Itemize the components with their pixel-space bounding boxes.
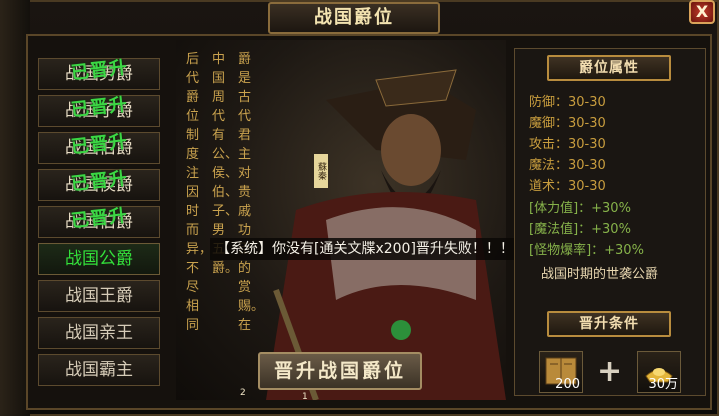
promoted-stamp: 已晋升 xyxy=(70,205,129,232)
attributes-panel: 爵位属性 防御：30-30 魔御：30-30 攻击：30-30 魔法：30-30… xyxy=(514,48,706,396)
attribute-attack: 攻击：30-30 xyxy=(529,137,606,152)
page-number-left: 2 xyxy=(240,388,246,398)
upgrade-rank-button[interactable]: 晋升战国爵位 xyxy=(258,352,422,390)
rank-item-4[interactable]: 战国侯爵 已晋升 xyxy=(38,168,160,201)
name-seal: 蘇秦 xyxy=(314,154,328,188)
requirement-quantity: 200 xyxy=(555,377,580,392)
emperor-portrait: 爵是古代君主对贵戚功臣的赏赐。在 中国周代有公、侯、伯、子、男五爵。 后代爵位制… xyxy=(176,40,506,400)
rank-item-8[interactable]: 战国亲王 xyxy=(38,317,160,349)
conditions-title: 晋升条件 xyxy=(547,311,671,337)
attribute-magic-defense: 魔御：30-30 xyxy=(529,116,606,131)
rank-item-9[interactable]: 战国霸主 xyxy=(38,354,160,386)
rank-item-3[interactable]: 战国伯爵 已晋升 xyxy=(38,131,160,164)
system-message: 【系统】你没有[通关文牒x200]晋升失败！！！ xyxy=(210,238,520,260)
attributes-title: 爵位属性 xyxy=(547,55,671,81)
window-title: 战国爵位 xyxy=(268,2,440,34)
requirement-slot-gold[interactable]: 30万 xyxy=(637,351,681,393)
close-button[interactable]: X xyxy=(689,0,715,24)
rank-item-5[interactable]: 战国伯爵 已晋升 xyxy=(38,205,160,238)
rank-label: 战国王爵 xyxy=(65,286,133,306)
attribute-drop-bonus: [怪物爆率]：+30% xyxy=(529,243,644,258)
attribute-hp-bonus: [体力值]：+30% xyxy=(529,201,631,216)
page-number-right: 1 xyxy=(302,392,308,400)
attribute-magic: 魔法：30-30 xyxy=(529,158,606,173)
rank-label: 战国亲王 xyxy=(65,323,133,343)
attribute-defense: 防御：30-30 xyxy=(529,95,606,110)
rank-label: 战国霸主 xyxy=(65,360,133,380)
rank-item-7[interactable]: 战国王爵 xyxy=(38,280,160,312)
promoted-stamp: 已晋升 xyxy=(70,131,129,158)
rank-list: 战国男爵 已晋升 战国子爵 已晋升 战国伯爵 已晋升 战国侯爵 已晋升 战国伯爵… xyxy=(32,48,170,392)
description-column-3: 后代爵位制度注因时而异，不尽相同 xyxy=(186,52,213,333)
rank-item-6[interactable]: 战国公爵 xyxy=(38,243,160,275)
rank-label: 战国公爵 xyxy=(65,249,133,269)
requirement-quantity: 30万 xyxy=(648,377,678,392)
attribute-mp-bonus: [魔法值]：+30% xyxy=(529,222,631,237)
promoted-stamp: 已晋升 xyxy=(70,168,129,195)
promoted-stamp: 已晋升 xyxy=(70,94,129,121)
era-description: 战国时期的世袭公爵 xyxy=(541,267,659,282)
description-column-1: 爵是古代君主对贵戚功臣的赏赐。在 xyxy=(238,52,265,333)
rank-item-1[interactable]: 战国男爵 已晋升 xyxy=(38,57,160,90)
requirement-slot-scroll[interactable]: 200 xyxy=(539,351,583,393)
rank-item-2[interactable]: 战国子爵 已晋升 xyxy=(38,94,160,127)
promoted-stamp: 已晋升 xyxy=(70,57,129,84)
attribute-taoism: 道术：30-30 xyxy=(529,179,606,194)
plus-icon: + xyxy=(597,354,623,389)
